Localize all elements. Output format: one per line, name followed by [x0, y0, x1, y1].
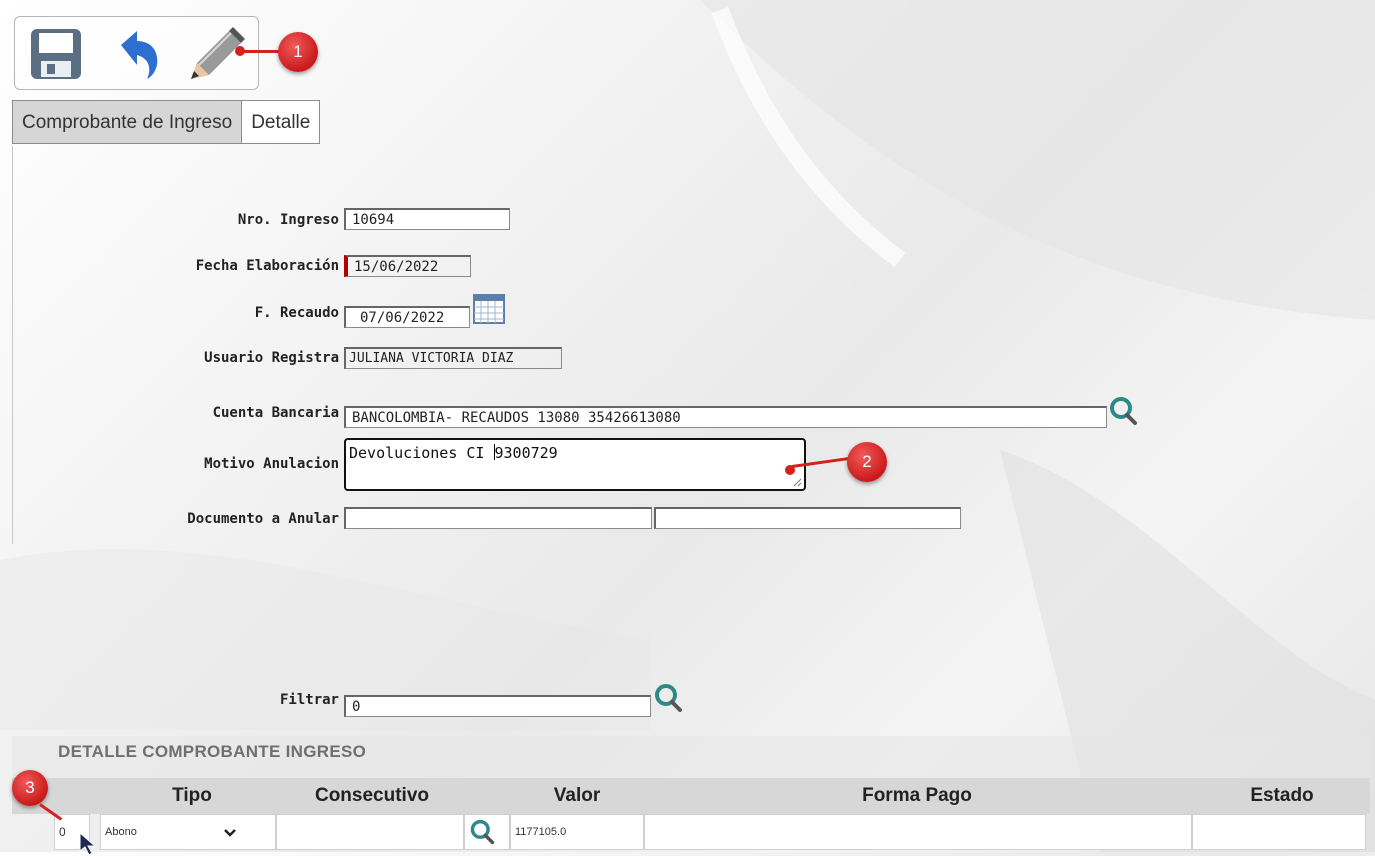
undo-icon — [121, 31, 158, 79]
motivo-text-after-caret: 9300729 — [494, 444, 558, 462]
motivo-anulacion-label: Motivo Anulacion — [204, 456, 339, 472]
forma-pago-cell[interactable] — [644, 814, 1192, 850]
search-icon — [1110, 397, 1137, 425]
form-border — [12, 146, 13, 544]
callout-3-badge: 3 — [12, 770, 48, 806]
filtrar-search-button[interactable] — [653, 683, 683, 717]
undo-button[interactable] — [107, 25, 165, 83]
tab-comprobante-ingreso[interactable]: Comprobante de Ingreso — [12, 100, 243, 144]
callout-2-badge: 2 — [847, 442, 887, 482]
filtrar-label: Filtrar — [279, 692, 339, 708]
search-icon — [470, 819, 495, 845]
column-header-estado: Estado — [1250, 785, 1314, 806]
column-header-tipo: Tipo — [172, 785, 212, 806]
search-icon — [655, 684, 682, 712]
column-header-forma-pago: Forma Pago — [862, 785, 972, 806]
consecutivo-cell[interactable] — [276, 814, 464, 850]
edit-button[interactable] — [185, 25, 245, 83]
fecha-elaboracion-label: Fecha Elaboración — [195, 258, 339, 274]
usuario-registra-field: JULIANA VICTORIA DIAZ — [344, 347, 562, 369]
nro-ingreso-field[interactable]: 10694 — [344, 208, 510, 230]
save-button[interactable] — [27, 25, 85, 83]
calendar-icon — [473, 294, 505, 324]
cuenta-bancaria-field[interactable]: BANCOLOMBIA- RECAUDOS 13080 35426613080 — [344, 406, 1107, 428]
callout-1-line — [240, 50, 280, 53]
usuario-registra-label: Usuario Registra — [204, 350, 339, 366]
resize-handle-icon[interactable] — [792, 477, 802, 487]
chevron-down-icon — [224, 829, 236, 837]
nro-ingreso-label: Nro. Ingreso — [237, 212, 339, 228]
motivo-text-before-caret: Devoluciones CI — [349, 444, 494, 462]
cuenta-bancaria-label: Cuenta Bancaria — [212, 405, 339, 421]
calendar-button[interactable] — [473, 294, 505, 328]
mouse-cursor-icon — [79, 832, 97, 856]
detail-table-header: Tipo Consecutivo Valor Forma Pago Estado — [12, 778, 1370, 814]
cuenta-bancaria-search-button[interactable] — [1108, 396, 1138, 430]
toolbar — [14, 16, 259, 90]
tipo-select[interactable]: Abono — [100, 814, 276, 850]
documento-anular-field-1[interactable] — [344, 507, 652, 529]
save-icon — [31, 29, 81, 79]
tipo-select-value: Abono — [105, 826, 137, 838]
f-recaudo-label: F. Recaudo — [254, 305, 339, 321]
filtrar-field[interactable]: 0 — [344, 695, 651, 717]
tab-bar: Comprobante de Ingreso Detalle — [12, 100, 321, 144]
consecutivo-search-button[interactable] — [464, 814, 510, 850]
motivo-anulacion-textarea[interactable]: Devoluciones CI 9300729 — [344, 438, 806, 491]
detail-section-title: DETALLE COMPROBANTE INGRESO — [58, 742, 367, 761]
valor-cell[interactable]: 1177105.0 — [510, 814, 644, 850]
tab-detalle[interactable]: Detalle — [242, 100, 321, 144]
fecha-elaboracion-field: 15/06/2022 — [344, 255, 471, 277]
column-header-valor: Valor — [553, 785, 601, 806]
f-recaudo-field[interactable]: 07/06/2022 — [344, 306, 470, 328]
table-row: 0 Abono 1177105.0 — [12, 814, 1370, 852]
documento-anular-label: Documento a Anular — [187, 511, 339, 527]
estado-cell — [1192, 814, 1366, 850]
callout-1-badge: 1 — [278, 32, 318, 72]
documento-anular-field-2[interactable] — [654, 507, 961, 529]
column-header-consecutivo: Consecutivo — [314, 785, 430, 806]
